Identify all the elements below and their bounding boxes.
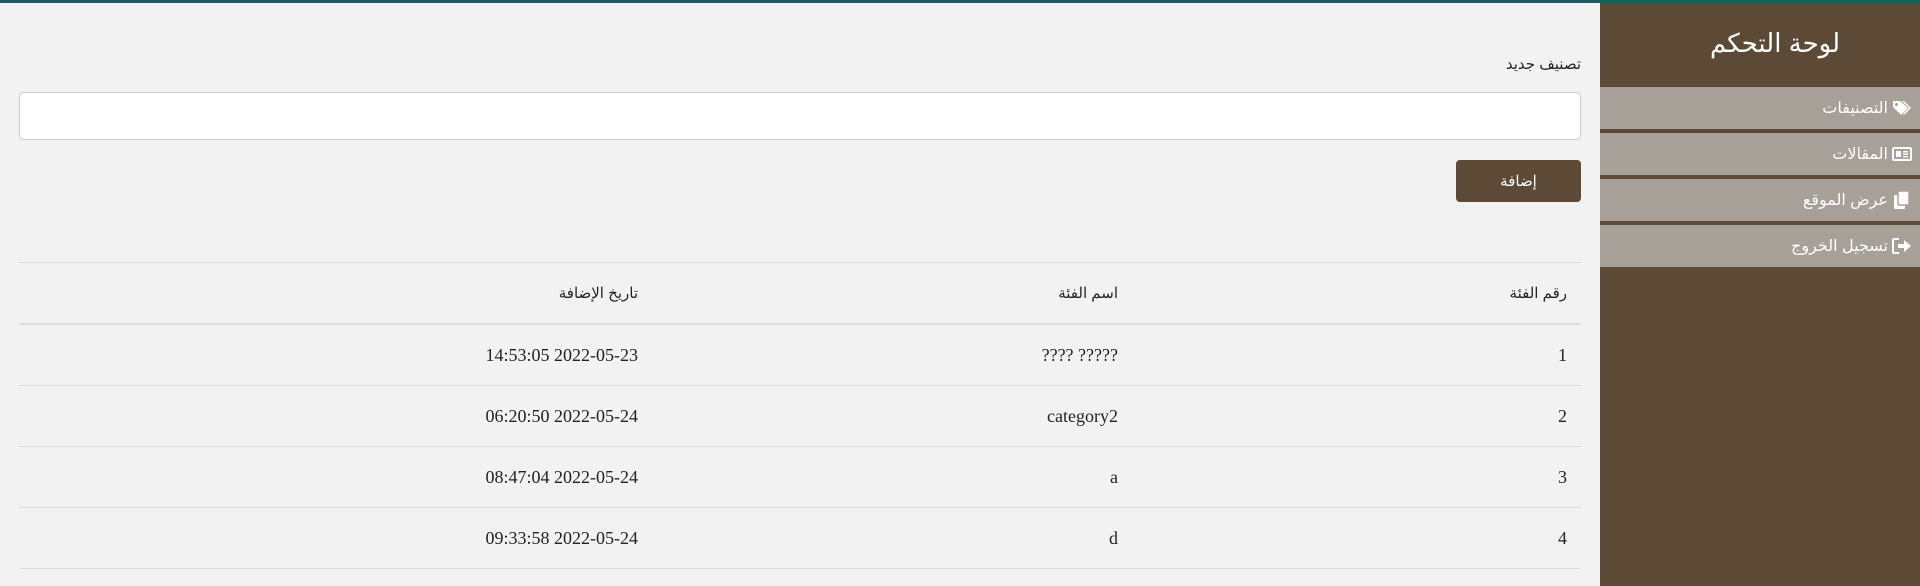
sidebar-item-view-site[interactable]: عرض الموقع [1600,179,1920,221]
cell-id: 4 [1558,527,1567,548]
cell-id: 1 [1558,344,1567,365]
new-category-input[interactable] [19,92,1581,140]
copy-icon [1892,190,1912,210]
sidebar-item-label: عرض الموقع [1802,192,1888,209]
sign-out-icon [1892,236,1912,256]
cell-date: 2022-05-24 09:33:58 [485,527,638,548]
table-row: 3 a 2022-05-24 08:47:04 [19,447,1581,508]
cell-date: 2022-05-23 14:53:05 [485,344,638,365]
cell-id: 2 [1558,405,1567,426]
newspaper-icon [1892,144,1912,164]
sidebar-item-logout[interactable]: تسجيل الخروج [1600,225,1920,267]
cell-id: 3 [1558,466,1567,487]
cell-date: 2022-05-24 06:20:50 [485,405,638,426]
table-row: 2 category2 2022-05-24 06:20:50 [19,386,1581,447]
categories-table: رقم الفئة اسم الفئة تاريخ الإضافة 1 ????… [19,262,1581,569]
tags-icon [1892,98,1912,118]
table-row: 4 d 2022-05-24 09:33:58 [19,508,1581,569]
sidebar: لوحة التحكم التصنيفات المقالات عرض الموق… [1600,3,1920,586]
sidebar-title: لوحة التحكم [1709,28,1841,58]
cell-name: ????? ???? [1041,344,1118,365]
cell-date: 2022-05-24 08:47:04 [485,466,638,487]
add-button[interactable]: إضافة [1456,160,1581,202]
header-category-name: اسم الفئة [1058,285,1118,302]
main-content: تصنيف جديد إضافة رقم الفئة اسم الفئة تار… [19,3,1581,586]
table-header-row: رقم الفئة اسم الفئة تاريخ الإضافة [19,262,1581,324]
new-category-label: تصنيف جديد [1505,56,1581,73]
sidebar-item-label: التصنيفات [1822,100,1888,117]
sidebar-item-categories[interactable]: التصنيفات [1600,87,1920,129]
cell-name: a [1110,466,1118,487]
sidebar-item-label: تسجيل الخروج [1791,238,1888,255]
sidebar-item-articles[interactable]: المقالات [1600,133,1920,175]
cell-name: d [1109,527,1118,548]
header-category-id: رقم الفئة [1509,285,1567,302]
sidebar-item-label: المقالات [1832,146,1888,163]
header-date-added: تاريخ الإضافة [558,285,638,302]
table-row: 1 ????? ???? 2022-05-23 14:53:05 [19,324,1581,386]
cell-name: category2 [1047,405,1118,426]
